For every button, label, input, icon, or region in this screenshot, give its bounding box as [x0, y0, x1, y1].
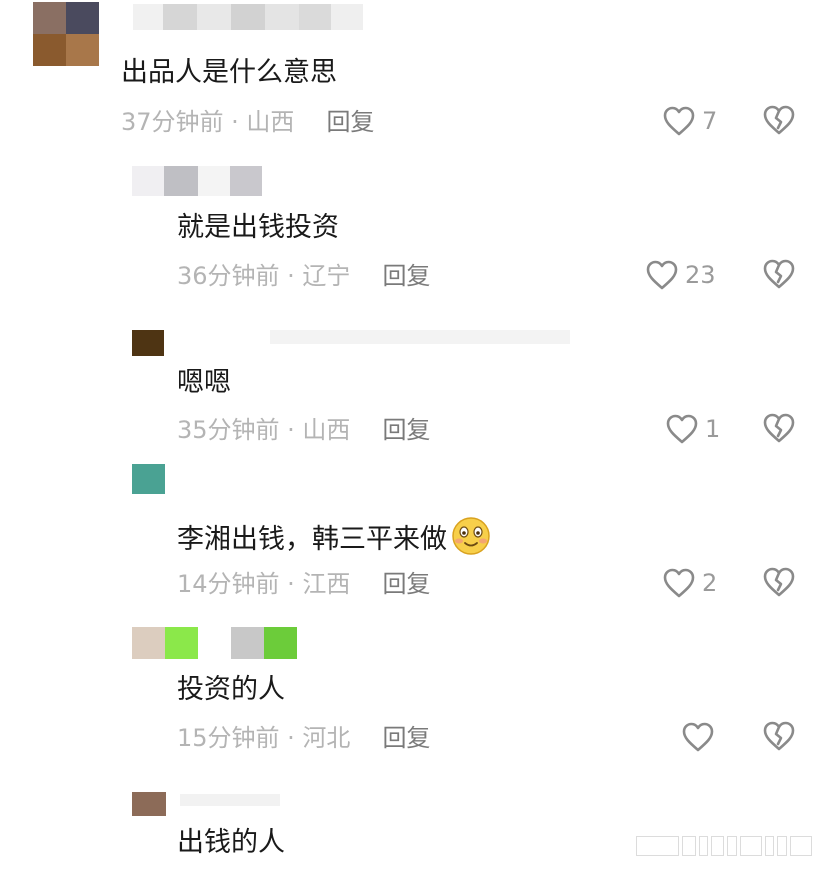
reply-item: 出钱的人 — [0, 784, 828, 876]
heart-outline-icon — [663, 568, 695, 598]
reply-button[interactable]: 回复 — [382, 416, 430, 444]
comment-text: 投资的人 — [177, 674, 285, 705]
comment-text: 嗯嗯 — [177, 367, 231, 398]
reply-button[interactable]: 回复 — [382, 570, 430, 598]
avatar[interactable] — [132, 330, 164, 356]
time-location: 37分钟前 · 山西 — [121, 108, 295, 136]
comment-text-content: 李湘出钱，韩三平来做 — [177, 524, 447, 555]
dislike-button[interactable] — [762, 412, 796, 446]
username-blurred[interactable] — [231, 627, 297, 659]
like-button[interactable]: 7 — [662, 104, 717, 138]
heart-outline-icon — [666, 414, 698, 444]
reply-item: 投资的人 15分钟前 · 河北 回复 — [0, 618, 828, 784]
heart-outline-icon — [646, 260, 678, 290]
smiling-face-icon — [452, 517, 490, 555]
reply-item: 嗯嗯 35分钟前 · 山西 回复 1 — [0, 310, 828, 464]
username-blurred[interactable] — [132, 166, 262, 196]
reply-button[interactable]: 回复 — [382, 724, 430, 752]
comment-meta: 14分钟前 · 江西 回复 — [177, 569, 430, 599]
like-count: 23 — [685, 261, 716, 289]
heart-outline-icon — [663, 106, 695, 136]
username-blurred[interactable] — [180, 794, 280, 806]
broken-heart-icon — [763, 105, 795, 135]
reply-item: 就是出钱投资 36分钟前 · 辽宁 回复 23 — [0, 150, 828, 310]
like-count: 1 — [705, 415, 721, 443]
comment-text: 李湘出钱，韩三平来做 — [177, 516, 491, 557]
time-location: 14分钟前 · 江西 — [177, 570, 351, 598]
comment-text: 就是出钱投资 — [177, 212, 339, 243]
reply-button[interactable]: 回复 — [382, 262, 430, 290]
like-count: 2 — [702, 569, 718, 597]
time-location: 35分钟前 · 山西 — [177, 416, 351, 444]
time-location: 36分钟前 · 辽宁 — [177, 262, 351, 290]
dislike-button[interactable] — [762, 720, 796, 754]
dislike-button[interactable] — [762, 104, 796, 138]
like-button[interactable] — [681, 720, 715, 754]
like-count: 7 — [702, 107, 718, 135]
time-location: 15分钟前 · 河北 — [177, 724, 351, 752]
comment-text: 出品人是什么意思 — [121, 57, 337, 88]
avatar[interactable] — [132, 464, 165, 494]
comment-meta: 37分钟前 · 山西 回复 — [121, 107, 374, 137]
heart-outline-icon — [682, 722, 714, 752]
broken-heart-icon — [763, 721, 795, 751]
broken-heart-icon — [763, 567, 795, 597]
comment-meta: 15分钟前 · 河北 回复 — [177, 723, 430, 753]
like-button[interactable]: 2 — [662, 566, 717, 600]
comment-text: 出钱的人 — [177, 827, 285, 858]
username-blurred[interactable] — [270, 330, 570, 344]
username-blurred[interactable] — [133, 4, 363, 30]
like-button[interactable]: 23 — [645, 258, 716, 292]
comment-item: 出品人是什么意思 37分钟前 · 山西 回复 7 — [0, 0, 828, 150]
avatar[interactable] — [132, 627, 198, 659]
reply-item: 李湘出钱，韩三平来做 14分钟前 · 江西 回复 2 — [0, 464, 828, 618]
comment-meta: 36分钟前 · 辽宁 回复 — [177, 261, 430, 291]
dislike-button[interactable] — [762, 258, 796, 292]
avatar[interactable] — [132, 792, 166, 816]
reply-button[interactable]: 回复 — [326, 108, 374, 136]
broken-heart-icon — [763, 259, 795, 289]
comment-meta: 35分钟前 · 山西 回复 — [177, 415, 430, 445]
avatar[interactable] — [33, 2, 99, 66]
watermark — [636, 832, 813, 860]
smiling-face-emoji — [451, 516, 491, 556]
like-button[interactable]: 1 — [665, 412, 720, 446]
dislike-button[interactable] — [762, 566, 796, 600]
broken-heart-icon — [763, 413, 795, 443]
